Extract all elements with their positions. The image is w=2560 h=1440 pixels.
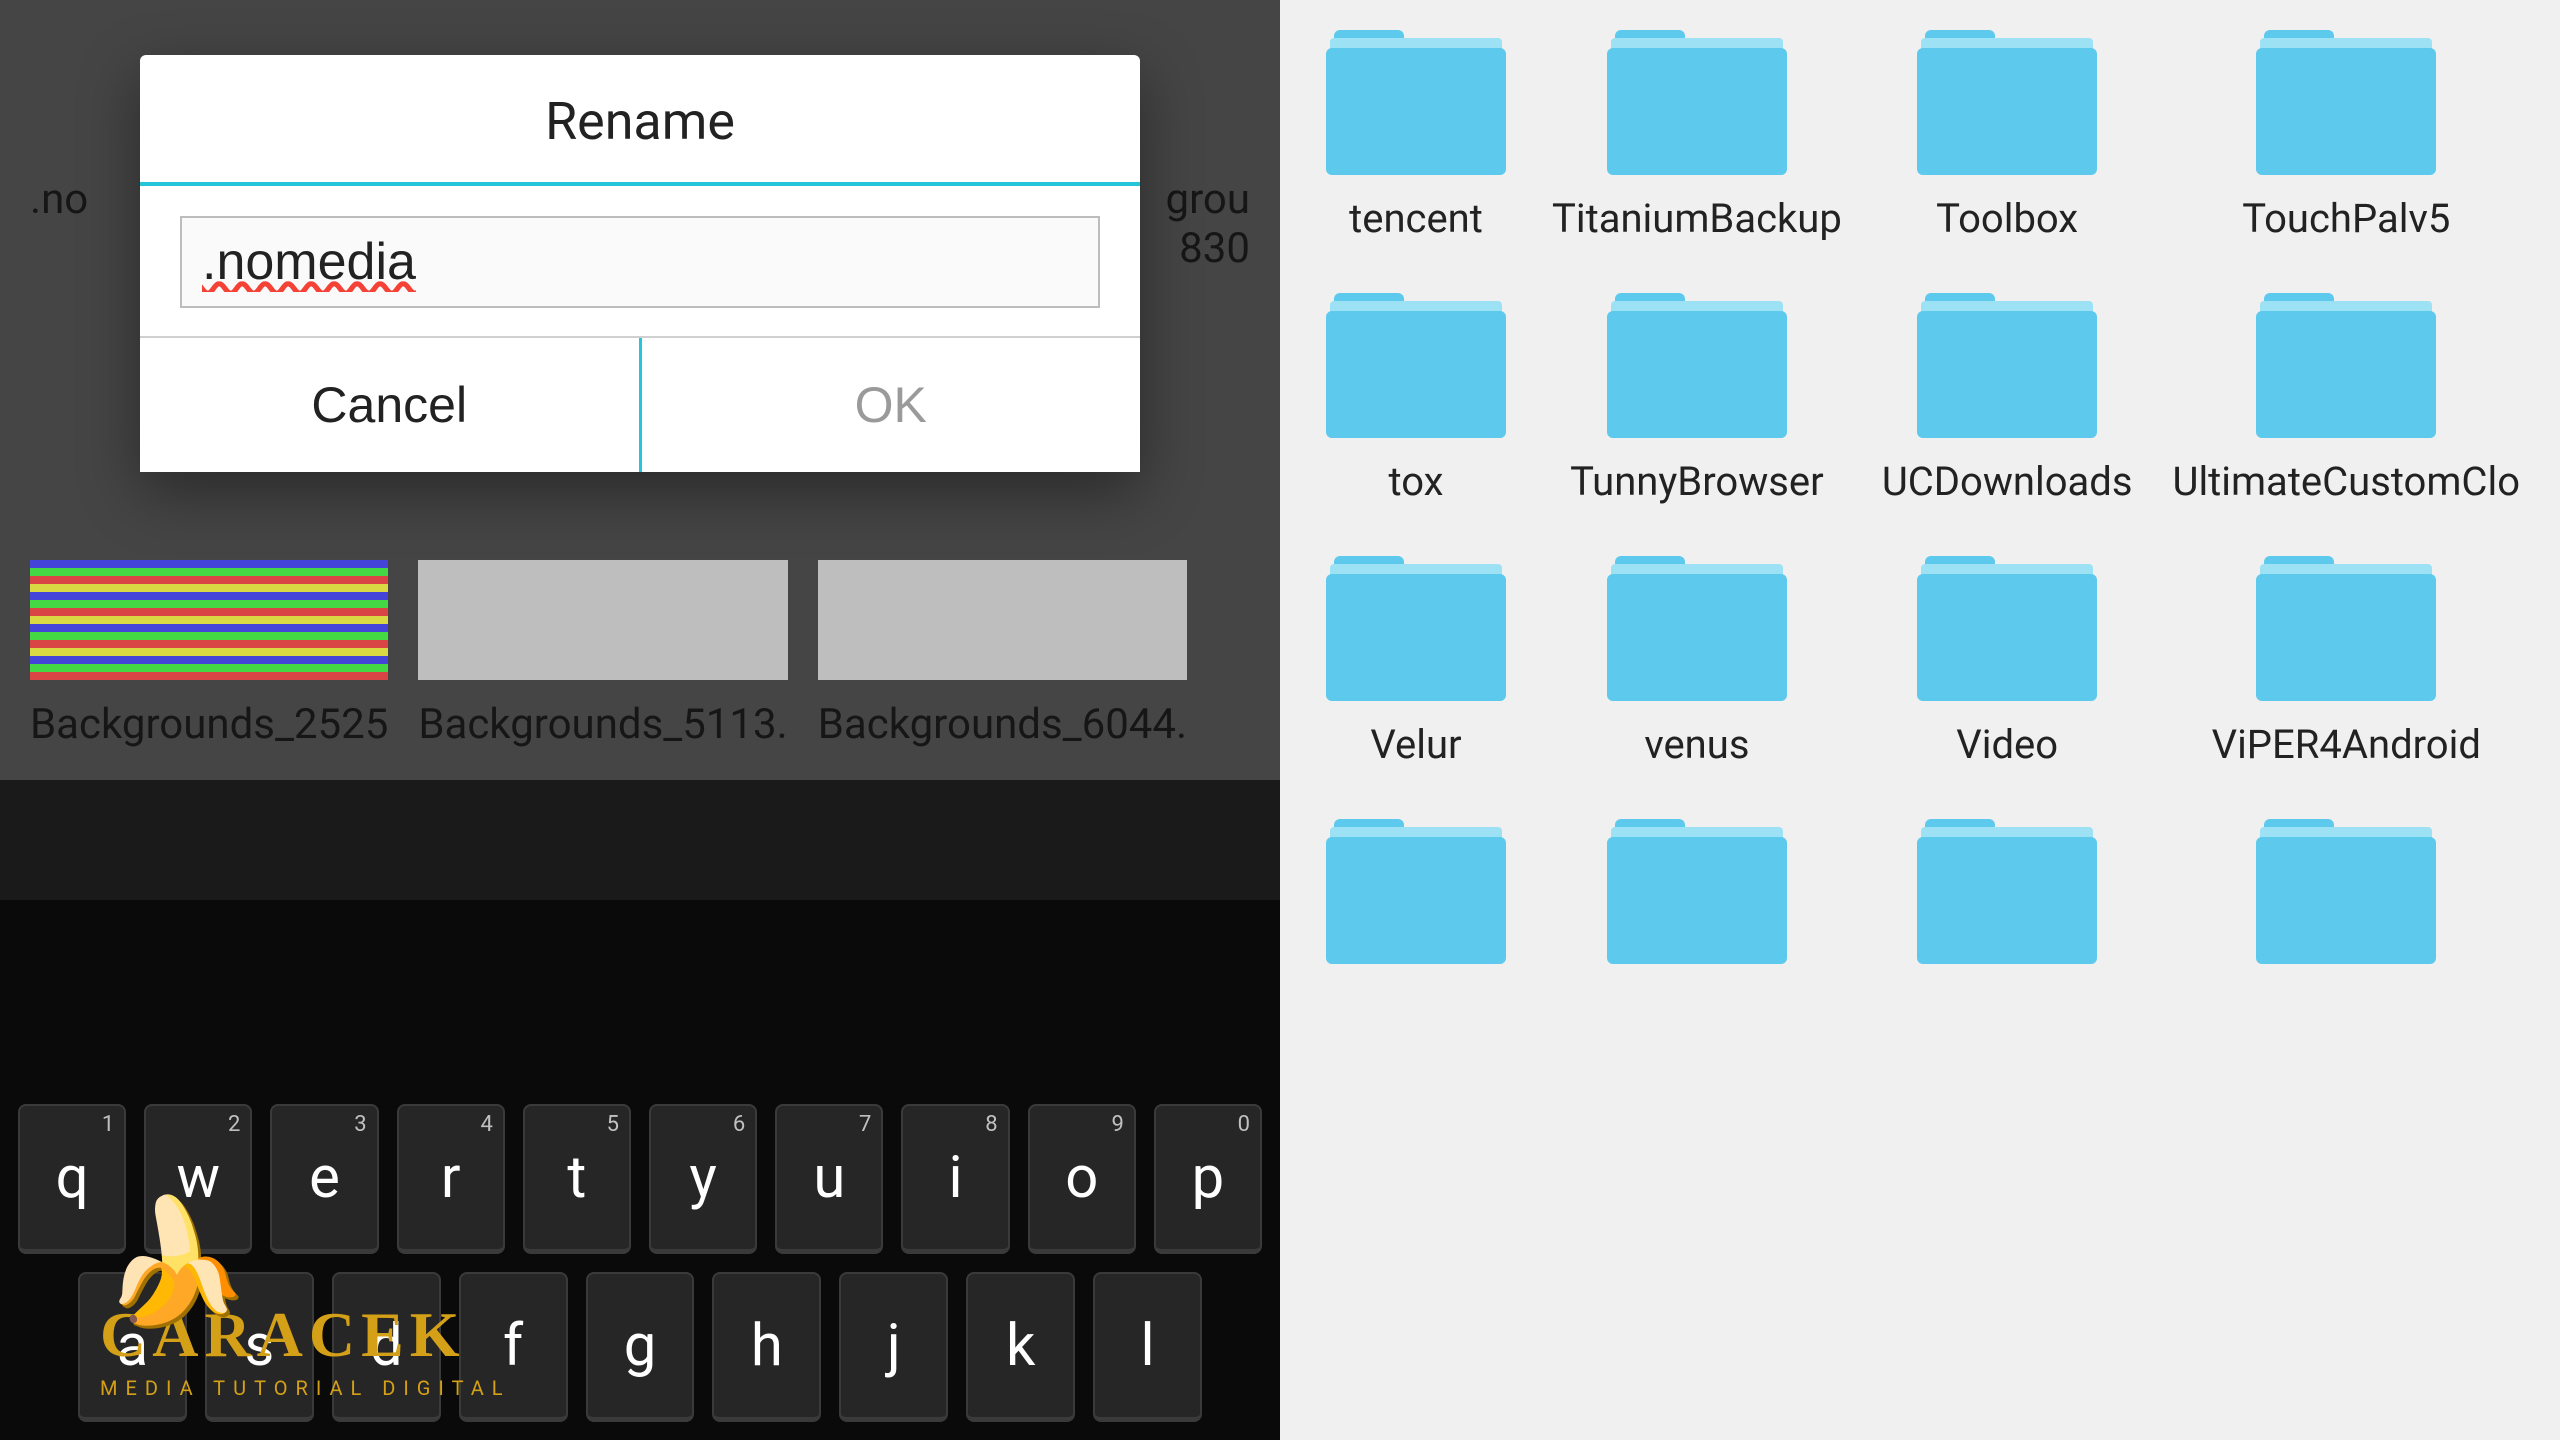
gallery-row: Backgrounds_2525 Backgrounds_5113. Backg…: [0, 560, 1280, 750]
edge-label-right: grou 830: [1165, 175, 1250, 273]
cancel-button[interactable]: Cancel: [140, 338, 642, 472]
folder-icon: [1326, 819, 1506, 964]
key-p[interactable]: 0p: [1154, 1104, 1262, 1254]
gallery-item[interactable]: Backgrounds_5113.: [418, 560, 787, 750]
thumbnail: [818, 560, 1187, 680]
folder-label: tox: [1320, 458, 1512, 506]
banana-icon: 🍌: [100, 1226, 511, 1298]
folder-icon: [1607, 819, 1787, 964]
key-l[interactable]: l: [1093, 1272, 1202, 1422]
folder-item[interactable]: tencent: [1320, 30, 1512, 243]
folder-icon: [1917, 30, 2097, 175]
thumbnail: [30, 560, 388, 680]
rename-input[interactable]: [180, 216, 1100, 308]
folder-item[interactable]: UltimateCustomClo: [2173, 293, 2521, 506]
key-i[interactable]: 8i: [901, 1104, 1009, 1254]
folder-label: Video: [1882, 721, 2133, 769]
folder-label: Toolbox: [1882, 195, 2133, 243]
folder-item[interactable]: UCDownloads: [1882, 293, 2133, 506]
thumbnail: [418, 560, 787, 680]
folder-icon: [1326, 30, 1506, 175]
key-j[interactable]: j: [839, 1272, 948, 1422]
folder-label: tencent: [1320, 195, 1512, 243]
folder-item[interactable]: Toolbox: [1882, 30, 2133, 243]
folder-item[interactable]: TouchPalv5: [2173, 30, 2521, 243]
folder-icon: [1607, 556, 1787, 701]
folder-label: TunnyBrowser: [1552, 458, 1842, 506]
dialog-title: Rename: [140, 55, 1140, 182]
folder-item[interactable]: TunnyBrowser: [1552, 293, 1842, 506]
keyboard-spacer: [0, 780, 1280, 900]
folder-icon: [1607, 293, 1787, 438]
folder-item[interactable]: Video: [1882, 556, 2133, 769]
key-k[interactable]: k: [966, 1272, 1075, 1422]
folder-item[interactable]: tox: [1320, 293, 1512, 506]
folder-label: UCDownloads: [1882, 458, 2133, 506]
gallery-label: Backgrounds_5113.: [418, 700, 787, 750]
key-t[interactable]: 5t: [523, 1104, 631, 1254]
folder-label: TouchPalv5: [2173, 195, 2521, 243]
folder-item[interactable]: [2173, 819, 2521, 984]
folder-icon: [2256, 293, 2436, 438]
gallery-label: Backgrounds_6044.: [818, 700, 1187, 750]
folder-item[interactable]: [1882, 819, 2133, 984]
gallery-label: Backgrounds_2525: [30, 700, 388, 750]
folder-icon: [2256, 556, 2436, 701]
folder-icon: [1917, 293, 2097, 438]
folder-label: Velur: [1320, 721, 1512, 769]
folder-item[interactable]: Velur: [1320, 556, 1512, 769]
rename-dialog: Rename Cancel OK: [140, 55, 1140, 472]
folder-item[interactable]: [1320, 819, 1512, 984]
ok-button[interactable]: OK: [642, 338, 1141, 472]
left-panel-gallery: .no grou 830 Backgrounds_2525 Background…: [0, 0, 1280, 1440]
right-panel-file-manager: tencent TitaniumBackup Toolbox TouchPalv5 to…: [1280, 0, 2560, 1440]
key-g[interactable]: g: [586, 1272, 695, 1422]
folder-label: ViPER4Android: [2173, 721, 2521, 769]
key-u[interactable]: 7u: [775, 1104, 883, 1254]
folder-item[interactable]: venus: [1552, 556, 1842, 769]
folder-icon: [1326, 556, 1506, 701]
folder-item[interactable]: [1552, 819, 1842, 984]
folder-icon: [2256, 30, 2436, 175]
folder-icon: [1917, 819, 2097, 964]
folder-item[interactable]: TitaniumBackup: [1552, 30, 1842, 243]
watermark: 🍌 CARACEK MEDIA TUTORIAL DIGITAL: [100, 1226, 511, 1400]
folder-label: UltimateCustomClo: [2173, 458, 2521, 506]
edge-label-left: .no: [30, 175, 88, 224]
folder-icon: [2256, 819, 2436, 964]
folder-label: venus: [1552, 721, 1842, 769]
gallery-item[interactable]: Backgrounds_2525: [30, 560, 388, 750]
folder-label: TitaniumBackup: [1552, 195, 1842, 243]
key-o[interactable]: 9o: [1028, 1104, 1136, 1254]
gallery-item[interactable]: Backgrounds_6044.: [818, 560, 1187, 750]
folder-icon: [1917, 556, 2097, 701]
folder-icon: [1326, 293, 1506, 438]
key-h[interactable]: h: [712, 1272, 821, 1422]
folder-icon: [1607, 30, 1787, 175]
folder-grid: tencent TitaniumBackup Toolbox TouchPalv5 to…: [1320, 30, 2520, 984]
folder-item[interactable]: ViPER4Android: [2173, 556, 2521, 769]
key-y[interactable]: 6y: [649, 1104, 757, 1254]
watermark-subtitle: MEDIA TUTORIAL DIGITAL: [100, 1376, 511, 1400]
